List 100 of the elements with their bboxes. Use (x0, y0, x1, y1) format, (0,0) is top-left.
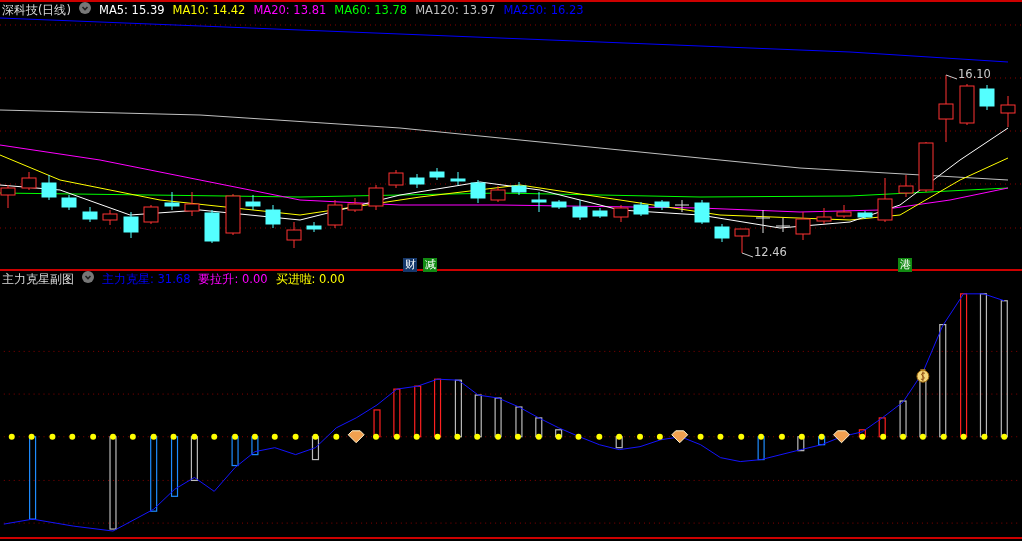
candlestick (82, 206, 98, 223)
signal-dot (616, 433, 623, 440)
histogram-bar (454, 379, 462, 438)
candlestick (918, 141, 934, 193)
candlestick (877, 177, 893, 223)
histogram-bar (757, 436, 765, 461)
histogram-bar (515, 406, 523, 438)
signal-dot (637, 433, 643, 440)
candlestick (694, 199, 710, 225)
signal-dot (8, 433, 15, 440)
signal-dot (454, 433, 461, 440)
histogram-bar (414, 385, 422, 438)
signal-dot (697, 433, 704, 440)
signal-dot (312, 433, 319, 440)
histogram-bar (393, 388, 401, 438)
candlestick (938, 74, 954, 143)
histogram-bar (555, 429, 563, 438)
histogram-bar (535, 417, 543, 438)
indicator-value: MA250: 16.23 (503, 2, 584, 18)
signal-dot (758, 433, 765, 440)
chart-title: 主力克星副图 (2, 271, 74, 287)
signal-dot (191, 433, 198, 440)
candlestick (613, 204, 629, 223)
signal-dot (232, 433, 239, 440)
signal-dot (555, 433, 562, 440)
candlestick (388, 169, 404, 189)
histogram-bar (190, 436, 198, 482)
indicator-value: MA120: 13.97 (415, 2, 496, 18)
signal-dot (535, 433, 542, 440)
signal-dot (129, 433, 136, 440)
signal-dot (251, 433, 258, 440)
indicator-value: MA20: 13.81 (253, 2, 327, 18)
candlestick (592, 207, 608, 219)
histogram-bar (858, 429, 866, 438)
price-label: 12.46 (754, 246, 787, 259)
signal-dot (170, 433, 177, 440)
candlestick (551, 199, 567, 210)
candlestick (327, 199, 343, 229)
indicator-value: 买进啦: 0.00 (275, 271, 345, 287)
candlestick (123, 211, 139, 239)
candlestick (429, 167, 445, 181)
candlestick (0, 184, 16, 209)
signal-dot (919, 433, 926, 440)
signal-dot (900, 433, 907, 440)
diamond-icon (833, 430, 850, 444)
histogram-bar (615, 436, 623, 449)
diamond-icon (671, 430, 689, 444)
candlestick (409, 173, 425, 189)
signal-dot (49, 433, 56, 440)
candlestick (795, 211, 811, 241)
candlestick (857, 210, 873, 220)
histogram-bar (878, 417, 886, 438)
histogram-bar (311, 436, 320, 461)
signal-dot (333, 433, 340, 440)
histogram-bar (797, 436, 805, 452)
candlestick (714, 223, 730, 243)
leader-line (945, 74, 958, 80)
candlestick (347, 197, 363, 213)
chevron-circle-icon[interactable] (82, 271, 94, 283)
histogram-bar (899, 400, 907, 438)
signal-dot (717, 433, 724, 440)
candlestick (734, 228, 750, 254)
signal-dot (413, 433, 420, 440)
candlestick (490, 185, 506, 203)
candlestick (225, 193, 241, 236)
histogram-bar (231, 436, 239, 467)
candlestick (572, 199, 588, 221)
signal-dot (940, 433, 947, 440)
diamond-icon (347, 430, 365, 444)
signal-dot (798, 433, 805, 440)
signal-dot (880, 433, 887, 440)
candlestick (898, 174, 914, 198)
signal-dot (818, 433, 825, 440)
candlestick (633, 201, 649, 217)
candlestick (368, 184, 384, 211)
candlestick (755, 209, 771, 234)
signal-dot (779, 433, 785, 440)
signal-dot (292, 433, 299, 440)
indicator-value: MA60: 13.78 (334, 2, 408, 18)
candlestick (21, 171, 37, 191)
candlestick (143, 204, 159, 225)
signal-dot (150, 433, 157, 440)
indicator-value: 要拉升: 0.00 (198, 271, 268, 287)
signal-dot (393, 433, 400, 440)
signal-dot (211, 433, 218, 440)
signal-dot (960, 433, 967, 440)
candlestick (61, 194, 77, 211)
candlestick (245, 194, 261, 211)
signal-dot (656, 433, 663, 440)
signal-dot (1001, 433, 1008, 440)
signal-dot (859, 433, 866, 440)
chevron-circle-icon[interactable] (79, 2, 91, 14)
indicator-value: MA5: 15.39 (99, 2, 165, 18)
signal-dot (271, 433, 278, 440)
candlestick (102, 209, 118, 226)
price-label: 16.10 (958, 68, 991, 81)
candlestick (204, 209, 220, 244)
candlestick (531, 191, 547, 213)
signal-dot (981, 433, 988, 440)
signal-dot (373, 433, 379, 440)
